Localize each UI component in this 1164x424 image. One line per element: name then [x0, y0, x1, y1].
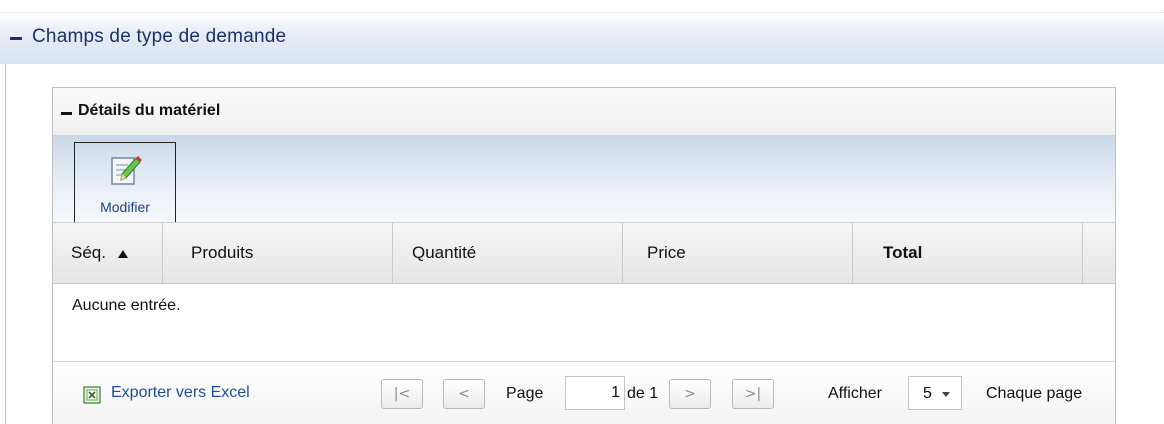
edit-pencil-icon	[111, 156, 142, 185]
per-page-label: Chaque page	[986, 385, 1083, 402]
column-header-seq[interactable]: Séq.	[53, 223, 163, 283]
column-header-label: Total	[883, 243, 923, 262]
modify-button-label: Modifier	[100, 199, 150, 215]
panel-title: Détails du matériel	[78, 102, 221, 119]
modify-button[interactable]: Modifier	[74, 142, 176, 224]
column-header-label: Price	[647, 243, 686, 262]
section-divider	[5, 64, 6, 424]
export-excel-label: Exporter vers Excel	[111, 384, 250, 401]
collapse-icon[interactable]	[10, 37, 22, 40]
grid-body: Aucune entrée.	[53, 284, 1115, 361]
empty-message: Aucune entrée.	[72, 297, 181, 314]
first-page-button[interactable]: |<	[381, 379, 423, 409]
chevron-down-icon	[942, 392, 950, 397]
page-number-input[interactable]	[565, 376, 625, 410]
last-page-button[interactable]: >|	[732, 379, 774, 409]
page-size-value: 5	[923, 385, 932, 402]
section-header[interactable]: Champs de type de demande	[0, 12, 1164, 64]
material-details-panel: Détails du matériel Modifier Séq. Produi…	[52, 87, 1116, 424]
column-header-quantity[interactable]: Quantité	[393, 223, 623, 283]
column-header-label: Quantité	[412, 243, 477, 262]
grid-header: Séq. Produits Quantité Price Total	[53, 222, 1115, 284]
collapse-icon[interactable]	[61, 112, 72, 115]
section-title: Champs de type de demande	[32, 26, 287, 47]
column-header-price[interactable]: Price	[623, 223, 853, 283]
column-header-products[interactable]: Produits	[163, 223, 393, 283]
toolbar: Modifier	[53, 136, 1115, 224]
previous-page-button[interactable]: <	[443, 379, 485, 409]
page-count-label: de 1	[627, 385, 659, 402]
panel-header[interactable]: Détails du matériel	[53, 88, 1115, 136]
excel-icon	[83, 386, 101, 404]
next-page-button[interactable]: >	[669, 379, 711, 409]
grid-footer: Exporter vers Excel |< < Page de 1 > >| …	[53, 361, 1115, 424]
column-header-label: Produits	[191, 243, 254, 262]
sort-ascending-icon	[118, 250, 128, 258]
column-header-label: Séq.	[71, 243, 106, 262]
show-label: Afficher	[828, 385, 882, 402]
column-header-total[interactable]: Total	[853, 223, 1083, 283]
page-label: Page	[506, 385, 544, 402]
page-size-select[interactable]: 5	[908, 376, 962, 410]
